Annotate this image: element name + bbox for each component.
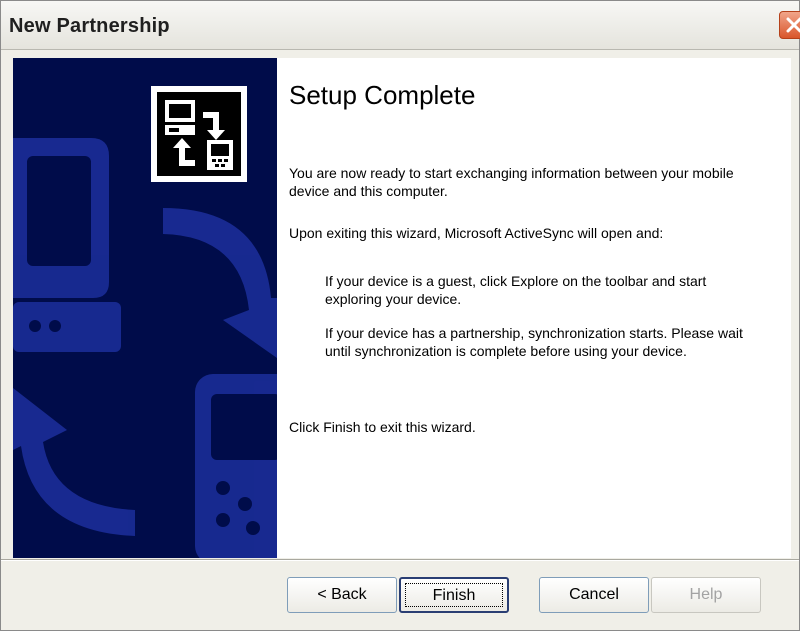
close-button[interactable] — [779, 11, 800, 39]
finish-instruction-text: Click Finish to exit this wizard. — [289, 419, 476, 435]
guest-info-text: If your device is a guest, click Explore… — [325, 273, 707, 307]
close-icon — [786, 17, 800, 33]
intro-text: You are now ready to start exchanging in… — [289, 165, 734, 199]
activesync-logo-icon — [157, 92, 241, 176]
activesync-logo — [151, 86, 247, 182]
cancel-button[interactable]: Cancel — [539, 577, 649, 613]
button-divider — [1, 559, 799, 561]
wizard-content: Setup Complete You are now ready to star… — [277, 58, 791, 558]
help-button[interactable]: Help — [651, 577, 761, 613]
focus-ring — [405, 583, 503, 607]
wizard-side-panel — [13, 58, 277, 558]
page-title: Setup Complete — [289, 80, 476, 110]
partnership-info-text: If your device has a partnership, synchr… — [325, 325, 743, 359]
wizard-window: New Partnership Setup Complete You are n… — [0, 0, 800, 631]
window-title: New Partnership — [9, 15, 170, 37]
title-bar[interactable]: New Partnership — [1, 1, 800, 50]
back-button[interactable]: < Back — [287, 577, 397, 613]
exit-info-text: Upon exiting this wizard, Microsoft Acti… — [289, 225, 664, 241]
finish-button[interactable]: Finish — [399, 577, 509, 613]
